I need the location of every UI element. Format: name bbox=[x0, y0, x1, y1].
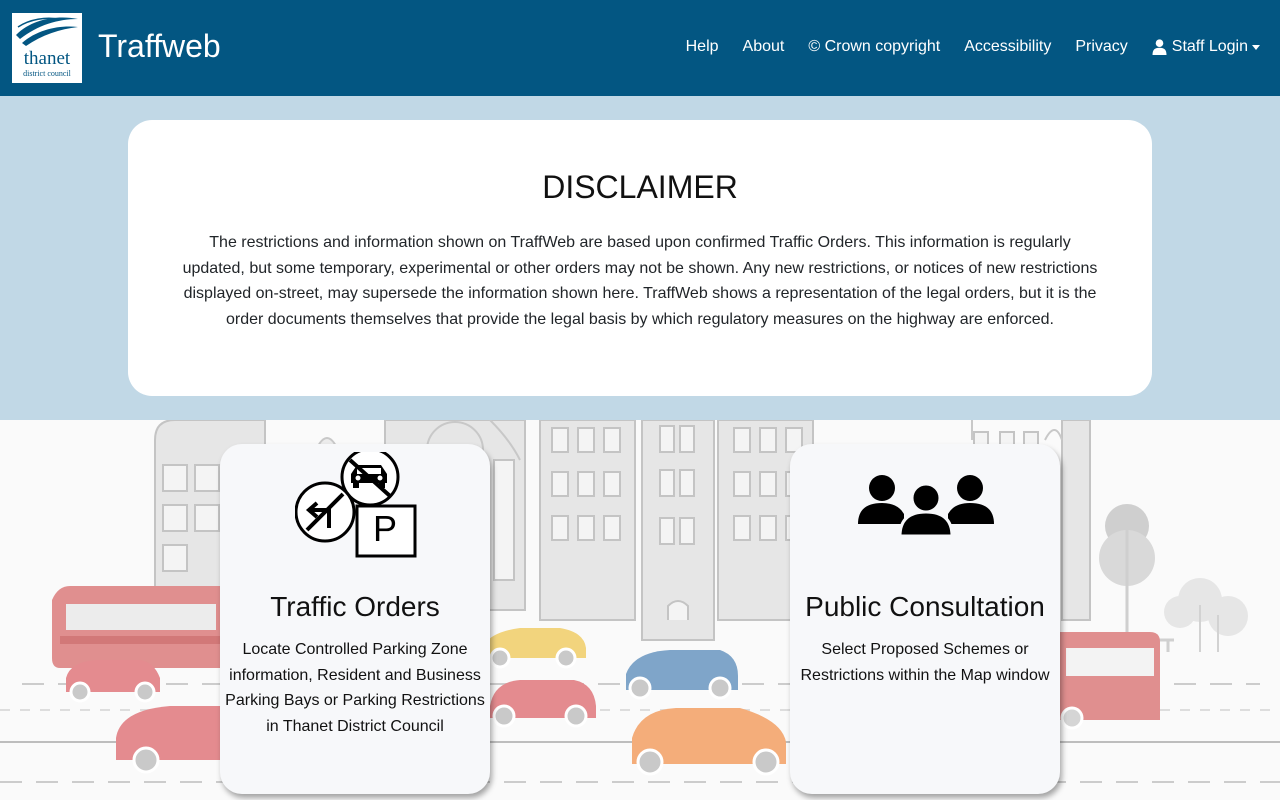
traffic-orders-card[interactable]: P Traffic Orders Locate Controlled Parki… bbox=[220, 444, 490, 794]
brand-title[interactable]: Traffweb bbox=[98, 28, 221, 64]
nav-privacy-link[interactable]: Privacy bbox=[1075, 37, 1127, 57]
top-navbar: thanet district council Traffweb Help Ab… bbox=[0, 0, 1280, 96]
logo-word: thanet bbox=[23, 48, 71, 69]
nav-help-label: Help bbox=[685, 38, 719, 55]
nav-accessibility-label: Accessibility bbox=[964, 38, 1052, 55]
nav-help-link[interactable]: Help bbox=[686, 37, 719, 57]
people-group-icon bbox=[858, 475, 994, 536]
nav-about-link[interactable]: About bbox=[743, 37, 785, 57]
city-street-background bbox=[0, 420, 1280, 783]
user-icon bbox=[1152, 39, 1167, 55]
traffic-orders-title: Traffic Orders bbox=[270, 591, 440, 622]
nav-copyright-label: © Crown copyright bbox=[808, 38, 941, 55]
thanet-logo[interactable]: thanet district council bbox=[12, 13, 82, 83]
traffic-orders-description: Locate Controlled Parking Zone informati… bbox=[225, 641, 485, 735]
public-consultation-title: Public Consultation bbox=[805, 591, 1045, 622]
staff-login-label: Staff Login bbox=[1171, 38, 1248, 55]
disclaimer-band: DISCLAIMER The restrictions and informat… bbox=[0, 96, 1280, 420]
nav-about-label: About bbox=[742, 38, 785, 55]
logo-swoosh-icon bbox=[16, 17, 78, 46]
nav-copyright-link[interactable]: © Crown copyright bbox=[808, 37, 940, 57]
street-illustration bbox=[0, 420, 1280, 800]
nav-accessibility-link[interactable]: Accessibility bbox=[964, 37, 1051, 57]
caret-down-icon bbox=[1252, 44, 1260, 50]
disclaimer-text: The restrictions and information shown o… bbox=[182, 234, 1098, 328]
logo-subtext: district council bbox=[23, 69, 71, 78]
disclaimer-card: DISCLAIMER The restrictions and informat… bbox=[128, 120, 1152, 396]
public-consultation-card[interactable]: Public Consultation Select Proposed Sche… bbox=[790, 444, 1060, 794]
disclaimer-title: DISCLAIMER bbox=[542, 169, 738, 205]
main-nav: Help About © Crown copyright Accessibili… bbox=[662, 37, 1260, 57]
staff-login-dropdown[interactable]: Staff Login bbox=[1152, 37, 1260, 57]
public-consultation-description: Select Proposed Schemes or Restrictions … bbox=[800, 641, 1050, 684]
nav-privacy-label: Privacy bbox=[1075, 38, 1128, 55]
parking-p-glyph: P bbox=[372, 508, 397, 549]
